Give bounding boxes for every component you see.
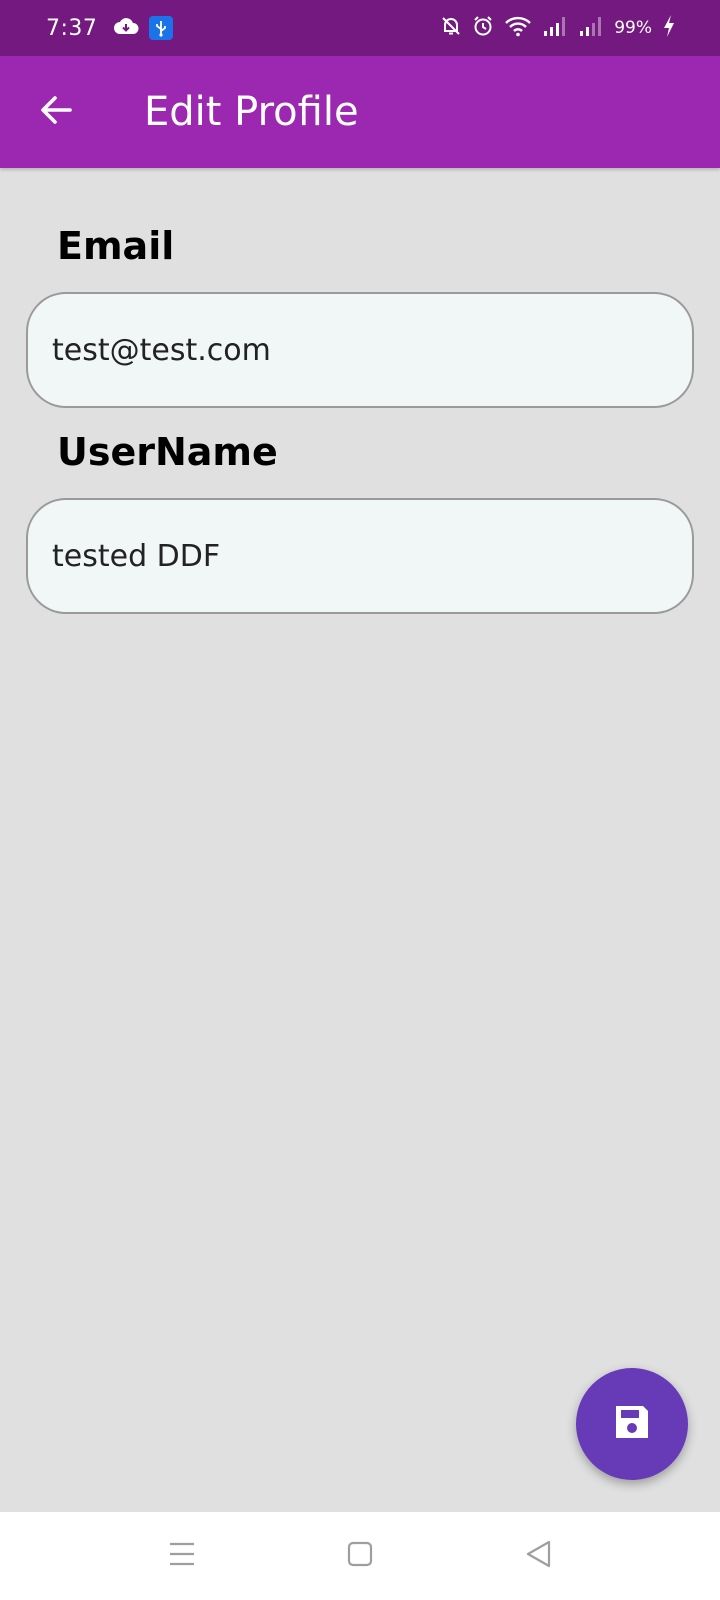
username-label: UserName [57,430,278,474]
page-title: Edit Profile [144,89,359,135]
status-time: 7:37 [46,15,98,41]
home-button[interactable] [336,1532,384,1580]
username-field[interactable] [28,538,692,574]
status-bar: 7:37 99% [0,0,720,56]
save-button[interactable] [576,1368,688,1480]
battery-percent: 99% [614,18,652,38]
cloud-download-icon [113,16,139,41]
back-triangle-icon [524,1539,552,1574]
wifi-icon [504,15,532,42]
arrow-back-icon [38,92,74,133]
username-field-container[interactable] [26,498,694,614]
signal-1-icon [542,15,568,42]
charging-bolt-icon [662,14,676,43]
email-label: Email [57,224,175,268]
save-icon [612,1402,652,1447]
bell-off-icon [440,15,462,42]
status-right-icons: 99% [440,14,676,43]
back-button[interactable] [28,84,84,140]
home-icon [346,1540,374,1573]
app-bar: Edit Profile [0,56,720,168]
alarm-icon [472,15,494,42]
email-field-container[interactable] [26,292,694,408]
status-left-icons [113,16,174,41]
usb-icon [149,16,174,40]
menu-icon [167,1541,197,1572]
email-field[interactable] [28,332,692,368]
signal-2-icon [578,15,604,42]
navigation-bar [0,1512,720,1600]
back-nav-button[interactable] [514,1532,562,1580]
recent-apps-button[interactable] [158,1532,206,1580]
